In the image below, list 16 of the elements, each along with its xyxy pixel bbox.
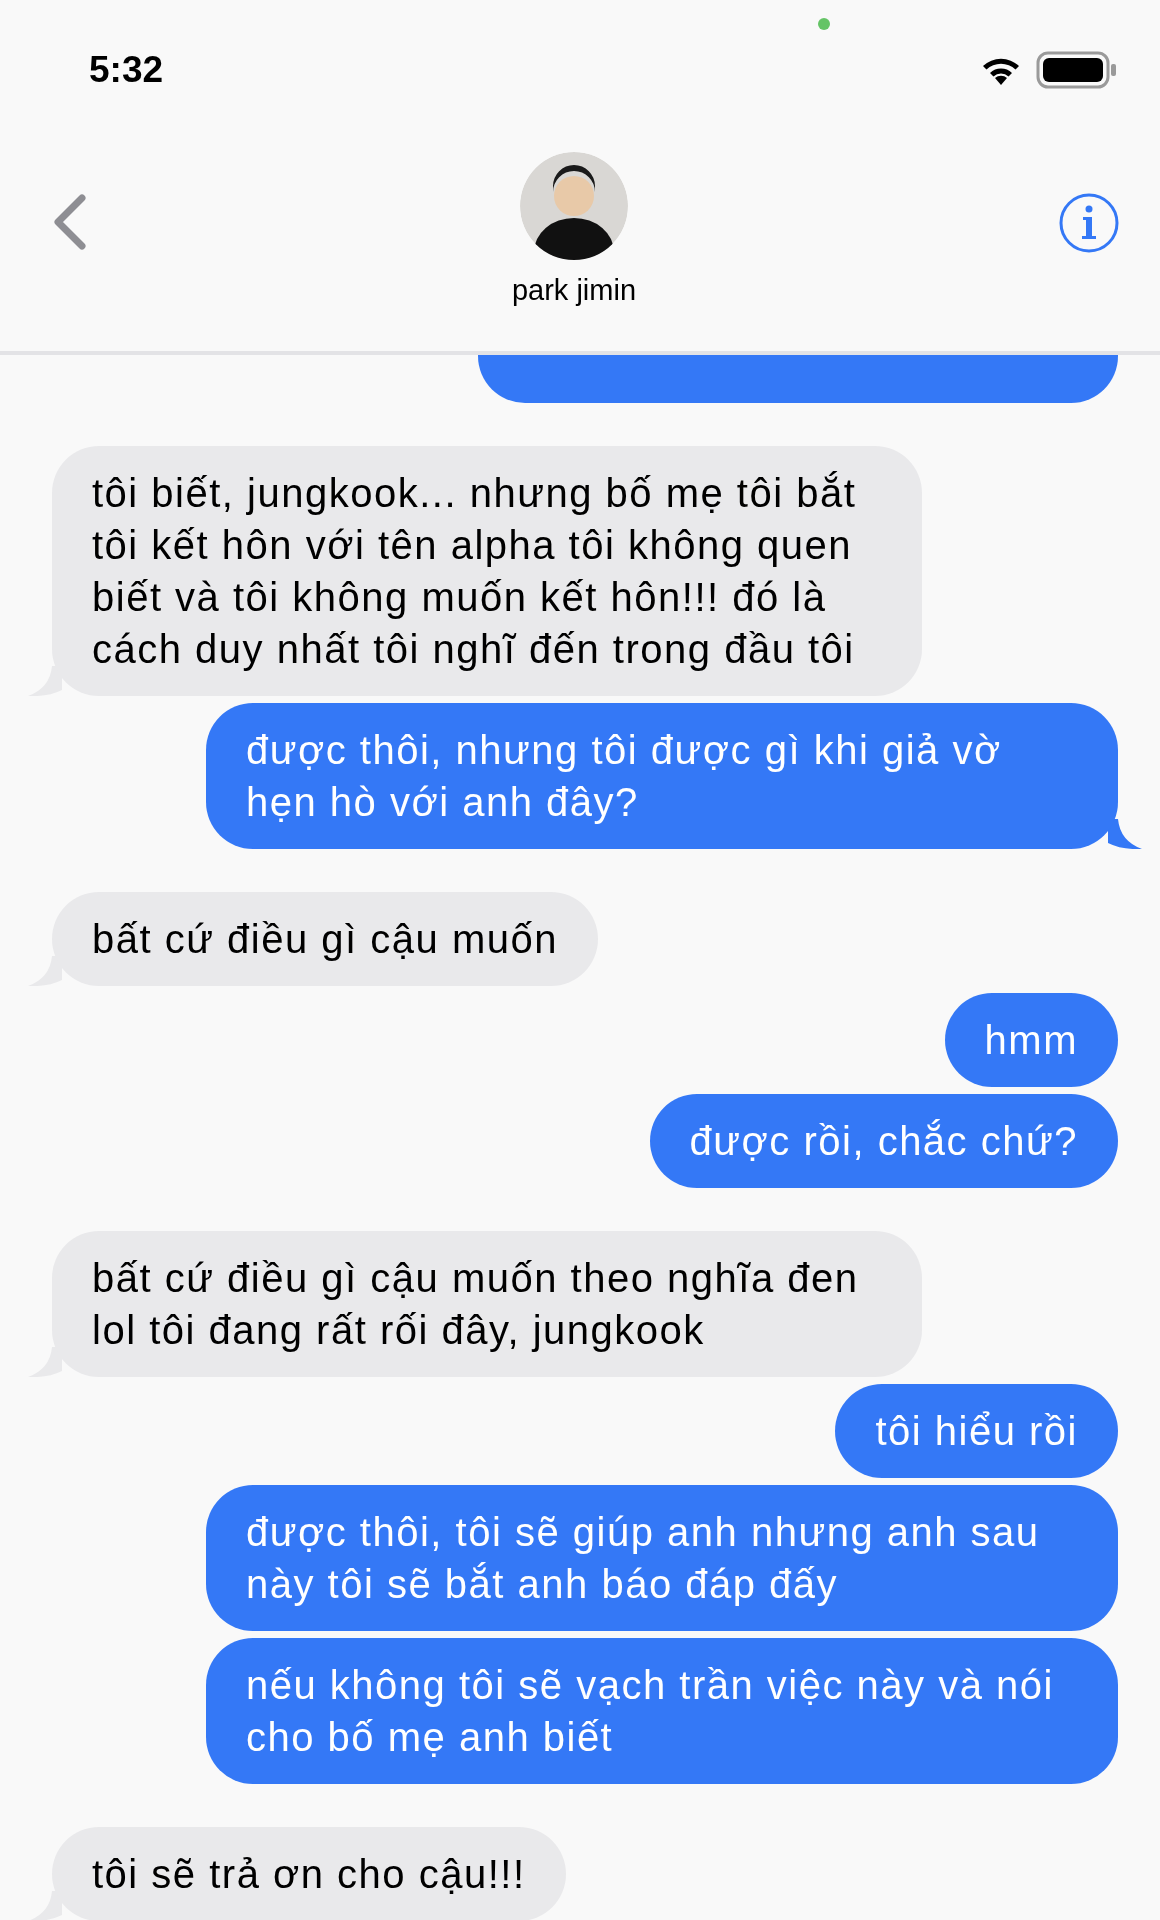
message-bubble: tôi hiểu rồi <box>835 1384 1118 1478</box>
message-bubble: được rồi, chắc chứ? <box>649 1094 1118 1188</box>
battery-icon <box>1036 51 1118 89</box>
message-bubble: tôi biết, jungkook... nhưng bố mẹ tôi bắt tôi kết hôn với tên alpha tôi không quen biết và tôi không muốn kết hôn!!! đó là cách duy nhất tôi nghĩ đến trong đầu tôi <box>52 446 922 696</box>
message-bubble: bất cứ điều gì cậu muốn <box>52 892 598 986</box>
avatar[interactable] <box>520 152 628 260</box>
message-bubble: hmm <box>944 993 1118 1087</box>
info-icon[interactable] <box>1058 192 1120 254</box>
message-bubble: tôi sẽ trả ơn cho cậu!!! <box>52 1827 566 1920</box>
contact-name[interactable]: park jimin <box>511 274 637 307</box>
camera-indicator-dot <box>818 18 830 30</box>
message-bubble: nếu không tôi sẽ vạch trần việc này và nói cho bố mẹ anh biết <box>206 1638 1118 1784</box>
status-time: 5:32 <box>89 49 164 91</box>
message-bubble: bất cứ điều gì cậu muốn theo nghĩa đen lol tôi đang rất rối đây, jungkook <box>52 1231 922 1377</box>
message-bubble: được thôi, tôi sẽ giúp anh nhưng anh sau này tôi sẽ bắt anh báo đáp đấy <box>206 1485 1118 1631</box>
message-bubble: được thôi, nhưng tôi được gì khi giả vờ hẹn hò với anh đây? <box>206 703 1118 849</box>
